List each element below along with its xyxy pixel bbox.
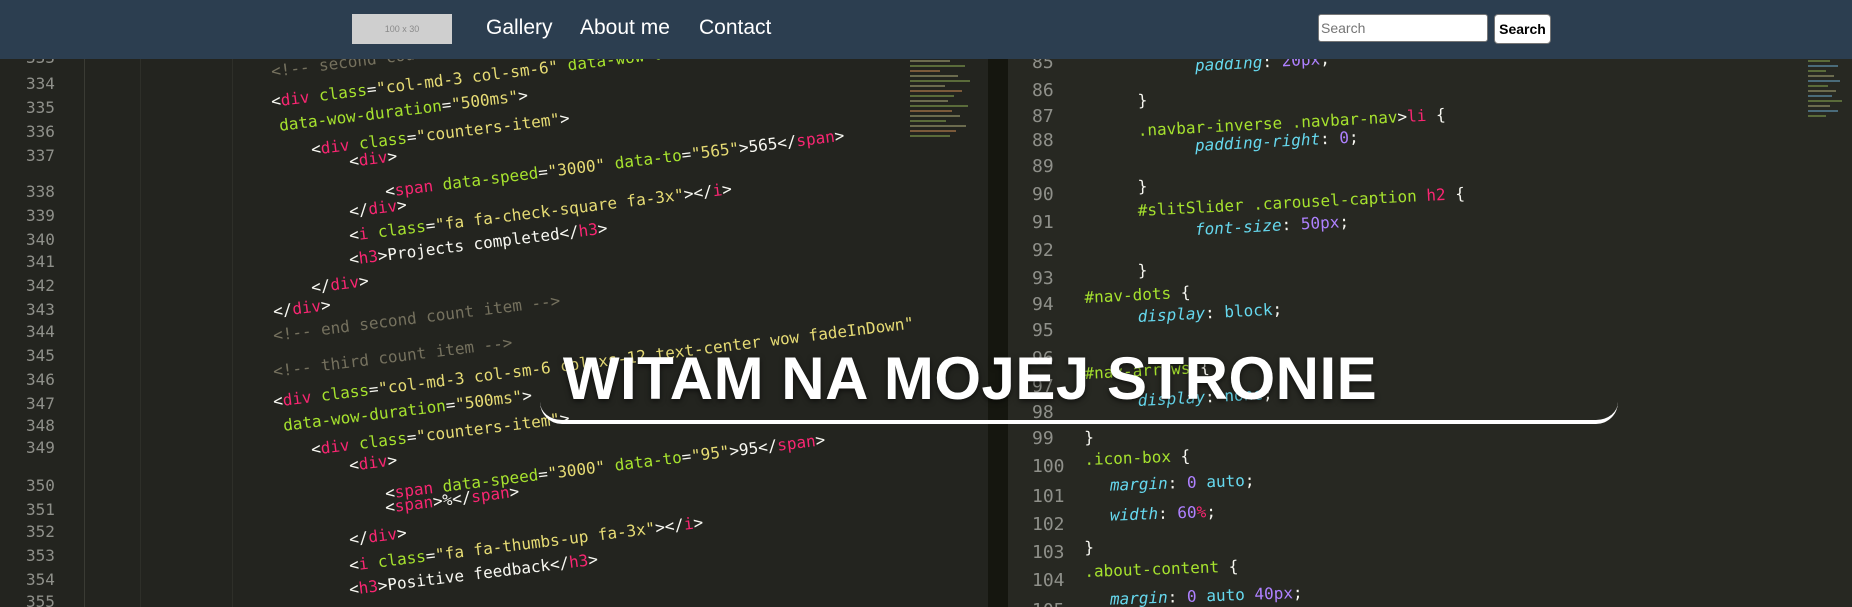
code-line: </div>	[310, 270, 370, 297]
nav-link-about-me[interactable]: About me	[580, 16, 670, 40]
code-line: <div>	[348, 450, 399, 475]
line-number: 86	[1032, 80, 1054, 101]
line-number: 104	[1032, 570, 1065, 591]
search-button[interactable]: Search	[1494, 14, 1551, 44]
line-number: 99	[1032, 428, 1054, 449]
line-number: 338	[26, 182, 55, 201]
line-number: 337	[26, 146, 55, 165]
line-number: 102	[1032, 514, 1065, 535]
line-number: 335	[26, 98, 55, 117]
line-number: 88	[1032, 130, 1054, 151]
line-number: 344	[26, 322, 55, 341]
line-number: 353	[26, 546, 55, 565]
editor-split-divider	[988, 0, 1008, 607]
editor-pane-left: 3333343353363373383393403413423433443453…	[0, 0, 990, 607]
line-number: 105	[1032, 600, 1065, 607]
code-line: }	[1084, 537, 1095, 557]
code-line: </div>	[348, 194, 408, 221]
code-line: margin: 0 auto;	[1109, 470, 1255, 495]
line-number: 348	[26, 416, 55, 435]
line-number: 90	[1032, 184, 1054, 205]
line-number: 103	[1032, 542, 1065, 563]
line-number: 93	[1032, 268, 1054, 289]
indent-guide	[140, 0, 141, 607]
line-number: 92	[1032, 240, 1054, 261]
top-navbar: 100 x 30 Gallery About me Contact Search	[0, 0, 1852, 59]
line-number: 341	[26, 252, 55, 271]
code-line: </div>	[272, 294, 332, 321]
code-line: </div>	[348, 522, 408, 549]
hero-background-image: 3333343353363373383393403413423433443453…	[0, 0, 1852, 607]
line-number: 352	[26, 522, 55, 541]
code-line: #nav-dots {	[1084, 282, 1191, 307]
hero-title-underline	[540, 398, 1618, 424]
line-number: 91	[1032, 212, 1054, 233]
line-number: 351	[26, 500, 55, 519]
line-number: 100	[1032, 456, 1065, 477]
line-number: 355	[26, 592, 55, 607]
line-number: 345	[26, 346, 55, 365]
code-line: }	[1118, 90, 1148, 111]
code-line: }	[1084, 427, 1095, 447]
line-number: 343	[26, 300, 55, 319]
line-number: 336	[26, 122, 55, 141]
search-input[interactable]	[1318, 14, 1488, 42]
nav-link-contact[interactable]: Contact	[699, 16, 771, 40]
code-line: margin: 0 auto 40px;	[1109, 582, 1303, 607]
line-number: 339	[26, 206, 55, 225]
code-line: .icon-box {	[1084, 446, 1191, 469]
line-number: 347	[26, 394, 55, 413]
line-number: 354	[26, 570, 55, 589]
line-number: 87	[1032, 106, 1054, 127]
nav-link-gallery[interactable]: Gallery	[486, 16, 553, 40]
gutter-divider	[84, 0, 85, 607]
code-line: }	[1118, 260, 1148, 281]
line-number: 350	[26, 476, 55, 495]
line-number: 94	[1032, 294, 1054, 315]
line-number: 340	[26, 230, 55, 249]
line-number: 95	[1032, 320, 1054, 341]
code-line: width: 60%;	[1109, 501, 1217, 525]
line-number: 101	[1032, 486, 1065, 507]
line-number: 342	[26, 276, 55, 295]
logo-placeholder[interactable]: 100 x 30	[352, 14, 452, 44]
minimap	[1808, 60, 1848, 420]
code-line: .about-content {	[1084, 556, 1239, 581]
line-number: 346	[26, 370, 55, 389]
line-number: 334	[26, 74, 55, 93]
editor-pane-right: 85 86 87 88 89 90 91 92 93 94 95 96 97 98 99 100 101 102 1…	[1008, 0, 1852, 607]
line-number: 89	[1032, 156, 1054, 177]
code-line: }	[1118, 176, 1148, 197]
indent-guide	[232, 0, 233, 607]
line-number: 349	[26, 438, 55, 457]
